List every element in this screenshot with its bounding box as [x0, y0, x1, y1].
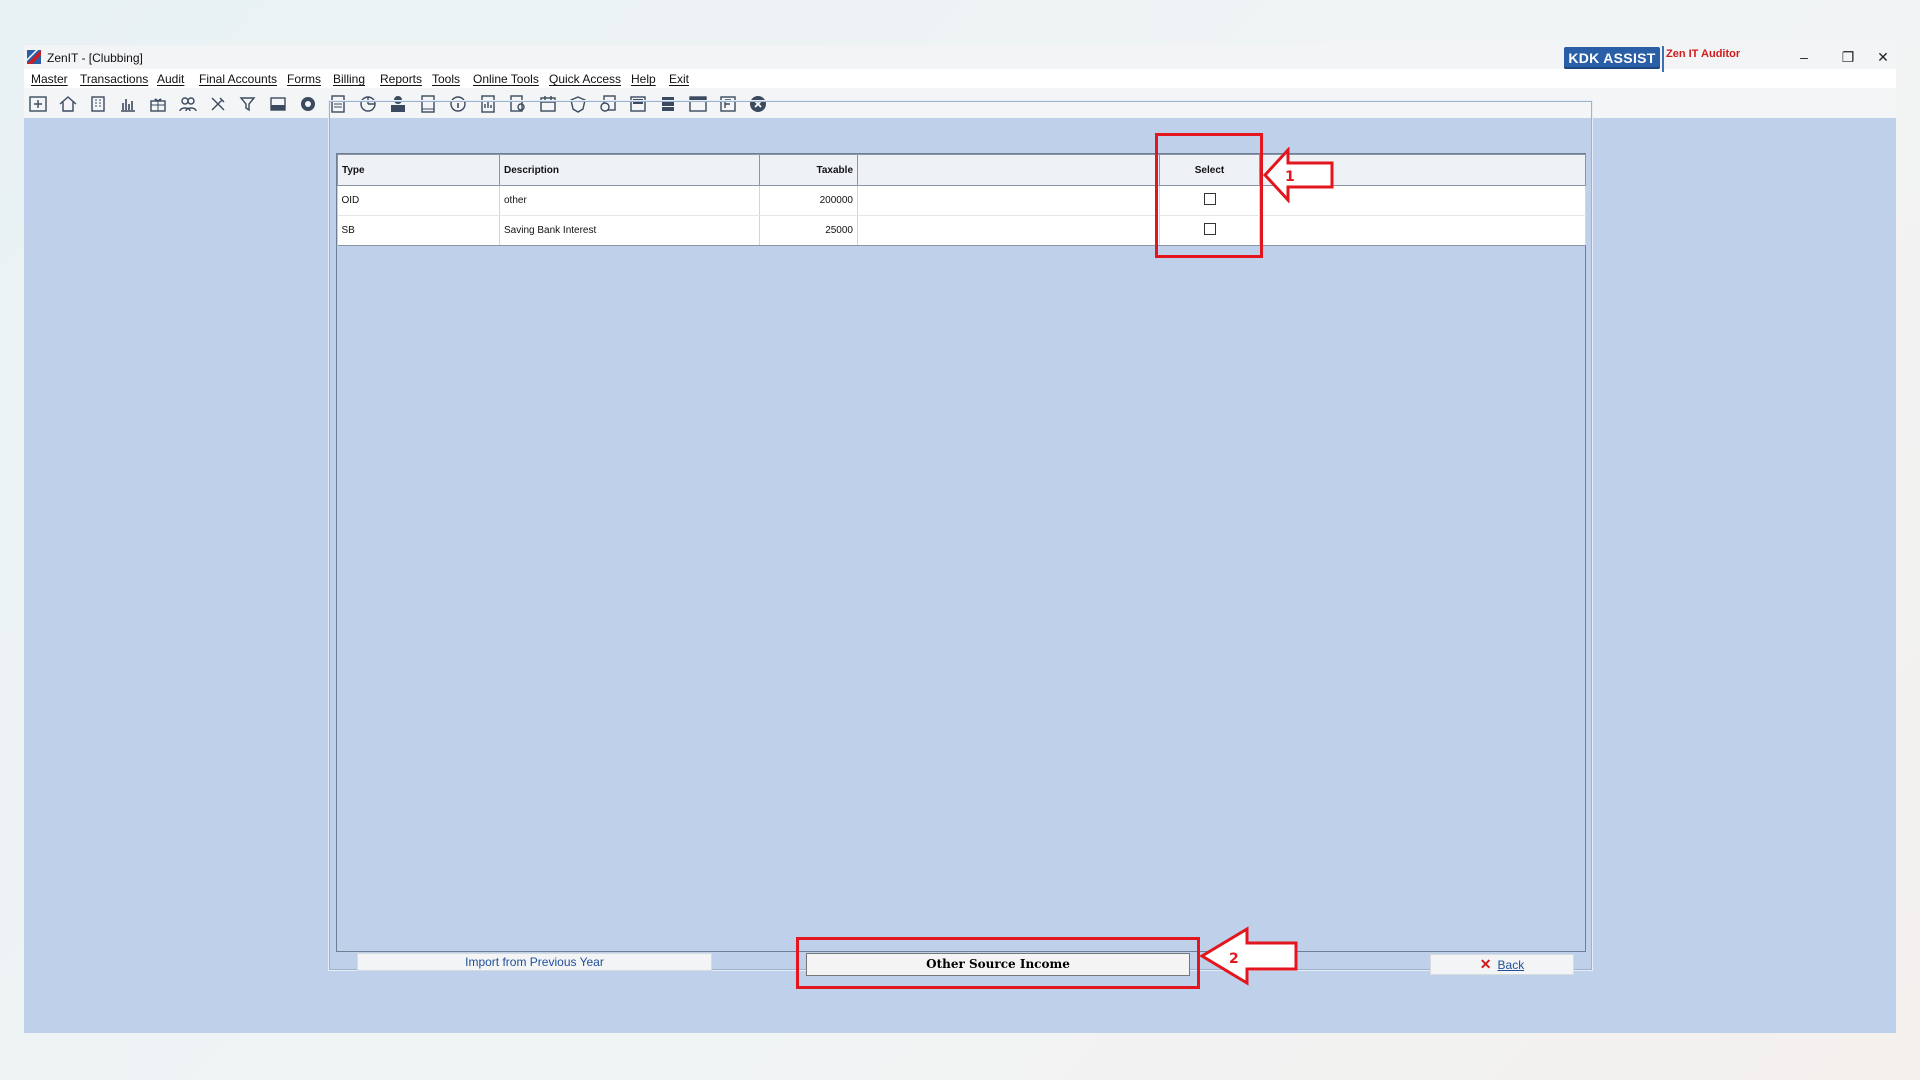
restore-button[interactable]: ❐ [1826, 46, 1870, 68]
back-button[interactable]: ✕ Back [1430, 954, 1574, 975]
cell-description: Saving Bank Interest [499, 215, 760, 246]
col-taxable[interactable]: Taxable [759, 154, 858, 186]
cell-type: OID [337, 185, 500, 216]
zen-it-auditor-link[interactable]: Zen IT Auditor [1666, 48, 1740, 60]
income-grid: Type Description Taxable Select OID othe… [336, 153, 1586, 952]
annotation-arrow-2: 2 [1199, 926, 1298, 986]
import-previous-year-button[interactable]: Import from Previous Year [357, 953, 712, 971]
menu-audit[interactable]: Audit [157, 72, 184, 86]
tools-icon[interactable] [208, 94, 228, 114]
home-icon[interactable] [58, 94, 78, 114]
cell-taxable: 25000 [759, 215, 858, 246]
annotation-label-2: 2 [1229, 951, 1239, 967]
income-table: Type Description Taxable Select OID othe… [337, 154, 1586, 246]
cell-blank [857, 215, 1160, 246]
zenit-logo-icon [27, 50, 41, 64]
annotation-label-1: 1 [1285, 169, 1295, 185]
cell-taxable: 200000 [759, 185, 858, 216]
menu-online-tools[interactable]: Online Tools [473, 72, 539, 86]
menu-master[interactable]: Master [31, 72, 68, 86]
kdk-separator [1662, 46, 1664, 72]
building-icon[interactable] [88, 94, 108, 114]
users-icon[interactable] [178, 94, 198, 114]
import-icon[interactable] [28, 94, 48, 114]
menu-forms[interactable]: Forms [287, 72, 321, 86]
coin-icon[interactable] [298, 94, 318, 114]
table-row[interactable]: OID other 200000 [337, 185, 1586, 216]
menu-bar: Master Transactions Audit Final Accounts… [24, 69, 1896, 89]
col-description[interactable]: Description [499, 154, 760, 186]
annotation-box-select [1155, 133, 1263, 258]
back-label: Back [1497, 958, 1525, 972]
cell-blank [857, 185, 1160, 216]
close-window-button[interactable]: ✕ [1870, 46, 1896, 68]
annotation-arrow-1: 1 [1262, 147, 1334, 203]
table-header-row: Type Description Taxable Select [337, 154, 1586, 186]
menu-quick-access[interactable]: Quick Access [549, 72, 621, 86]
filter-icon[interactable] [238, 94, 258, 114]
menu-billing[interactable]: Billing [333, 72, 365, 86]
cell-description: other [499, 185, 760, 216]
cell-type: SB [337, 215, 500, 246]
table-row[interactable]: SB Saving Bank Interest 25000 [337, 215, 1586, 246]
menu-final-accounts[interactable]: Final Accounts [199, 72, 277, 86]
menu-tools[interactable]: Tools [432, 72, 460, 86]
menu-help[interactable]: Help [631, 72, 656, 86]
close-x-icon: ✕ [1479, 956, 1492, 972]
tax-icon[interactable] [268, 94, 288, 114]
menu-transactions[interactable]: Transactions [80, 72, 148, 86]
cell-blank [1259, 215, 1586, 246]
minimize-button[interactable]: – [1782, 46, 1826, 68]
kdk-assist-button[interactable]: KDK ASSIST [1564, 47, 1660, 69]
annotation-box-other-source [796, 937, 1200, 989]
col-blank-1 [857, 154, 1160, 186]
window-title: ZenIT - [Clubbing] [47, 51, 143, 65]
menu-exit[interactable]: Exit [669, 72, 689, 86]
col-type[interactable]: Type [337, 154, 500, 186]
menu-reports[interactable]: Reports [380, 72, 422, 86]
bar-chart-icon[interactable] [118, 94, 138, 114]
gift-icon[interactable] [148, 94, 168, 114]
